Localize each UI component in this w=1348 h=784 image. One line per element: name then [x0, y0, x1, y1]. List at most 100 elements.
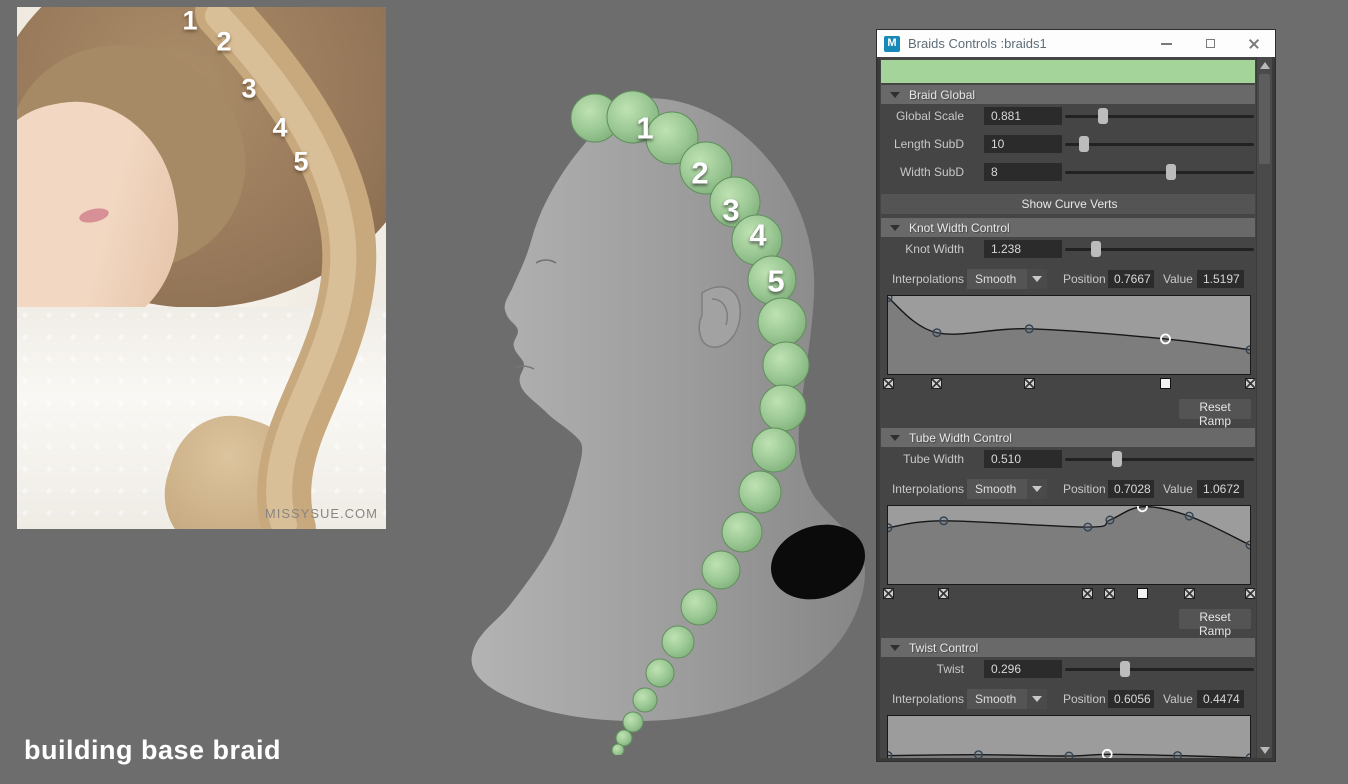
collapse-arrow-icon: [890, 225, 900, 231]
scrollbar-up-arrow-icon[interactable]: [1257, 58, 1272, 72]
ramp-point[interactable]: [975, 751, 983, 758]
ramp-point[interactable]: [1025, 325, 1033, 333]
tube-width-ramp[interactable]: [887, 505, 1251, 585]
interpolations-label: Interpolations: [880, 689, 964, 709]
ramp-marker-selected[interactable]: [1137, 588, 1148, 599]
reset-ramp-button[interactable]: Reset Ramp: [1179, 399, 1251, 419]
position-input[interactable]: [1108, 690, 1154, 708]
twist-input[interactable]: [984, 660, 1062, 678]
scrollbar-thumb[interactable]: [1259, 74, 1270, 164]
value-input[interactable]: [1197, 690, 1244, 708]
global-scale-slider[interactable]: [1065, 107, 1254, 125]
maya-viewport[interactable]: 12345: [450, 85, 870, 755]
ramp-marker[interactable]: [1104, 588, 1115, 599]
length-subd-slider[interactable]: [1065, 135, 1254, 153]
maximize-button[interactable]: [1203, 37, 1217, 51]
knot-width-label: Knot Width: [880, 240, 964, 258]
window-title: Braids Controls :braids1: [908, 36, 1159, 51]
position-label: Position: [1063, 269, 1104, 289]
reset-ramp-button[interactable]: Reset Ramp: [1179, 609, 1251, 629]
ramp-point[interactable]: [933, 329, 941, 337]
section-header-braid-global[interactable]: Braid Global: [881, 85, 1255, 104]
minimize-button[interactable]: [1159, 37, 1173, 51]
interpolation-select[interactable]: Smooth: [967, 689, 1047, 709]
scrollbar-down-arrow-icon[interactable]: [1257, 743, 1272, 757]
knot-width-input[interactable]: [984, 240, 1062, 258]
panel-scrollbar[interactable]: [1256, 57, 1272, 758]
section-header-twist[interactable]: Twist Control: [881, 638, 1255, 657]
value-label: Value: [1163, 269, 1192, 289]
value-label: Value: [1163, 479, 1192, 499]
interpolation-select[interactable]: Smooth: [967, 479, 1047, 499]
twist-slider[interactable]: [1065, 660, 1254, 678]
ramp-marker[interactable]: [1245, 588, 1256, 599]
ramp-marker[interactable]: [931, 378, 942, 389]
close-button[interactable]: [1247, 37, 1261, 51]
ramp-marker[interactable]: [883, 378, 894, 389]
length-subd-row: Length SubD: [880, 135, 1255, 153]
knot-width-slider[interactable]: [1065, 240, 1254, 258]
tube-width-slider[interactable]: [1065, 450, 1254, 468]
length-subd-input[interactable]: [984, 135, 1062, 153]
ramp-point[interactable]: [1174, 752, 1182, 758]
section-header-knot-width[interactable]: Knot Width Control: [881, 218, 1255, 237]
ramp-marker[interactable]: [1082, 588, 1093, 599]
ramp-point[interactable]: [940, 517, 948, 525]
width-subd-slider[interactable]: [1065, 163, 1254, 181]
slider-handle[interactable]: [1112, 451, 1122, 467]
ramp-marker[interactable]: [1024, 378, 1035, 389]
ramp-marker[interactable]: [938, 588, 949, 599]
collapse-arrow-icon: [890, 92, 900, 98]
ramp-point[interactable]: [1065, 752, 1073, 758]
chevron-down-icon[interactable]: [1027, 269, 1047, 289]
ramp-point[interactable]: [1246, 754, 1250, 758]
ramp-marker[interactable]: [883, 588, 894, 599]
color-swatch[interactable]: [881, 60, 1255, 83]
section-header-tube-width[interactable]: Tube Width Control: [881, 428, 1255, 447]
collapse-arrow-icon: [890, 645, 900, 651]
ramp-point[interactable]: [1185, 512, 1193, 520]
slider-track: [1065, 458, 1254, 461]
interpolation-value: Smooth: [975, 479, 1016, 499]
ramp-point[interactable]: [888, 752, 892, 758]
ramp-marker[interactable]: [1184, 588, 1195, 599]
window-titlebar[interactable]: M Braids Controls :braids1: [877, 30, 1275, 57]
knot-width-ramp[interactable]: [887, 295, 1251, 375]
tube-width-input[interactable]: [984, 450, 1062, 468]
value-input[interactable]: [1197, 480, 1244, 498]
photo-braid: [17, 7, 386, 529]
ramp-area: [888, 298, 1250, 374]
step-number-label: 5: [767, 266, 784, 297]
maximize-icon: [1206, 39, 1215, 48]
reference-photo: 12345 MISSYSUE.COM: [17, 7, 386, 529]
interpolations-label: Interpolations: [880, 479, 964, 499]
global-scale-input[interactable]: [984, 107, 1062, 125]
slider-handle[interactable]: [1120, 661, 1130, 677]
length-subd-label: Length SubD: [880, 135, 964, 153]
chevron-down-icon[interactable]: [1027, 689, 1047, 709]
ramp-point[interactable]: [888, 296, 892, 301]
twist-ramp[interactable]: [887, 715, 1251, 758]
ramp-point[interactable]: [1084, 523, 1092, 531]
ramp-point[interactable]: [1106, 516, 1114, 524]
maya-icon-letter: M: [887, 38, 896, 49]
ramp-marker-selected[interactable]: [1160, 378, 1171, 389]
position-input[interactable]: [1108, 480, 1154, 498]
slider-handle[interactable]: [1166, 164, 1176, 180]
ramp-point[interactable]: [888, 524, 892, 532]
tube-interp-row: Interpolations Smooth Position Value: [880, 479, 1255, 499]
global-scale-row: Global Scale: [880, 107, 1255, 125]
ramp-point[interactable]: [1246, 346, 1250, 354]
ramp-marker[interactable]: [1245, 378, 1256, 389]
chevron-down-icon[interactable]: [1027, 479, 1047, 499]
slider-handle[interactable]: [1098, 108, 1108, 124]
slider-handle[interactable]: [1079, 136, 1089, 152]
value-input[interactable]: [1197, 270, 1244, 288]
width-subd-label: Width SubD: [880, 163, 964, 181]
interpolation-select[interactable]: Smooth: [967, 269, 1047, 289]
ramp-point[interactable]: [1246, 541, 1250, 549]
width-subd-input[interactable]: [984, 163, 1062, 181]
slider-handle[interactable]: [1091, 241, 1101, 257]
position-input[interactable]: [1108, 270, 1154, 288]
show-curve-verts-button[interactable]: Show Curve Verts: [881, 194, 1255, 214]
